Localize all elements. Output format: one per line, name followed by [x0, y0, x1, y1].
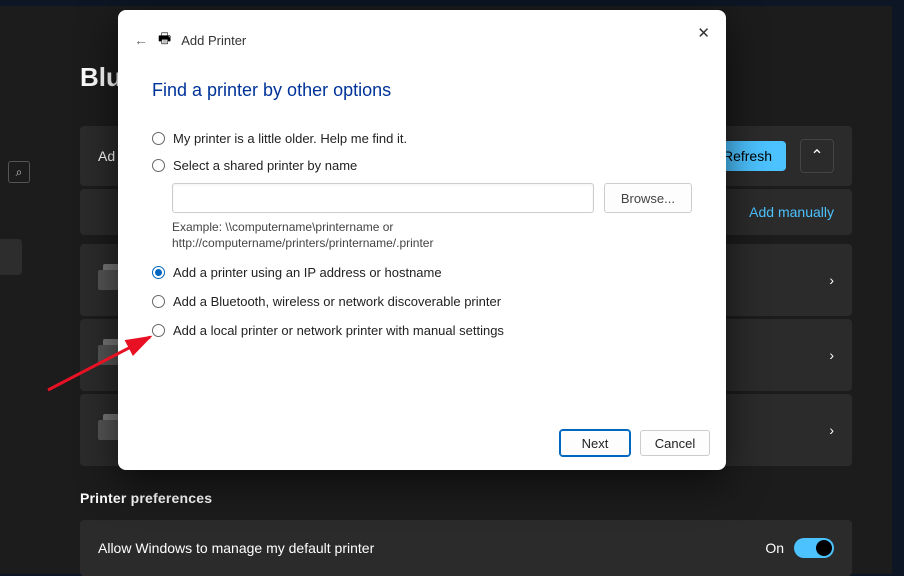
collapse-button[interactable]: ⌃	[800, 139, 834, 173]
radio-icon	[152, 159, 165, 172]
cancel-button[interactable]: Cancel	[640, 430, 710, 456]
dialog-header: ← 🖶 Add Printer	[118, 10, 726, 60]
shared-printer-example: Example: \\computername\printername or h…	[172, 219, 566, 251]
sidebar-active-indicator	[0, 239, 22, 275]
radio-icon	[152, 324, 165, 337]
option-label: My printer is a little older. Help me fi…	[173, 131, 407, 146]
shared-printer-name-input[interactable]	[172, 183, 594, 213]
option-label: Add a printer using an IP address or hos…	[173, 265, 442, 280]
option-local-printer[interactable]: Add a local printer or network printer w…	[152, 323, 692, 338]
add-manually-link[interactable]: Add manually	[749, 204, 834, 220]
section-heading: Printer preferences	[80, 490, 852, 506]
radio-icon	[152, 132, 165, 145]
dialog-title: Add Printer	[181, 33, 246, 48]
option-label: Add a local printer or network printer w…	[173, 323, 504, 338]
printer-icon: 🖶	[158, 28, 171, 52]
option-ip-hostname[interactable]: Add a printer using an IP address or hos…	[152, 265, 692, 280]
dialog-heading: Find a printer by other options	[152, 80, 726, 101]
chevron-right-icon: ›	[829, 422, 834, 438]
chevron-up-icon: ⌃	[810, 146, 823, 166]
option-older-printer[interactable]: My printer is a little older. Help me fi…	[152, 131, 692, 146]
add-printer-dialog: ✕ ← 🖶 Add Printer Find a printer by othe…	[118, 10, 726, 470]
add-printer-label: Ad	[98, 148, 115, 164]
page-title: Blu	[80, 62, 122, 93]
search-icon[interactable]: ⌕	[8, 161, 30, 183]
chevron-right-icon: ›	[829, 347, 834, 363]
next-button[interactable]: Next	[560, 430, 630, 456]
dialog-close-button[interactable]: ✕	[697, 24, 710, 42]
toggle-state-label: On	[765, 540, 784, 556]
radio-icon	[152, 266, 165, 279]
browse-button[interactable]: Browse...	[604, 183, 692, 213]
dialog-back-button[interactable]: ←	[134, 32, 148, 48]
option-label: Add a Bluetooth, wireless or network dis…	[173, 294, 501, 309]
option-label: Select a shared printer by name	[173, 158, 357, 173]
option-shared-printer[interactable]: Select a shared printer by name	[152, 158, 692, 173]
pref-label: Allow Windows to manage my default print…	[98, 540, 765, 556]
default-printer-pref-row: Allow Windows to manage my default print…	[80, 520, 852, 576]
default-printer-toggle[interactable]	[794, 538, 834, 558]
chevron-right-icon: ›	[829, 272, 834, 288]
option-bluetooth-wireless[interactable]: Add a Bluetooth, wireless or network dis…	[152, 294, 692, 309]
radio-icon	[152, 295, 165, 308]
